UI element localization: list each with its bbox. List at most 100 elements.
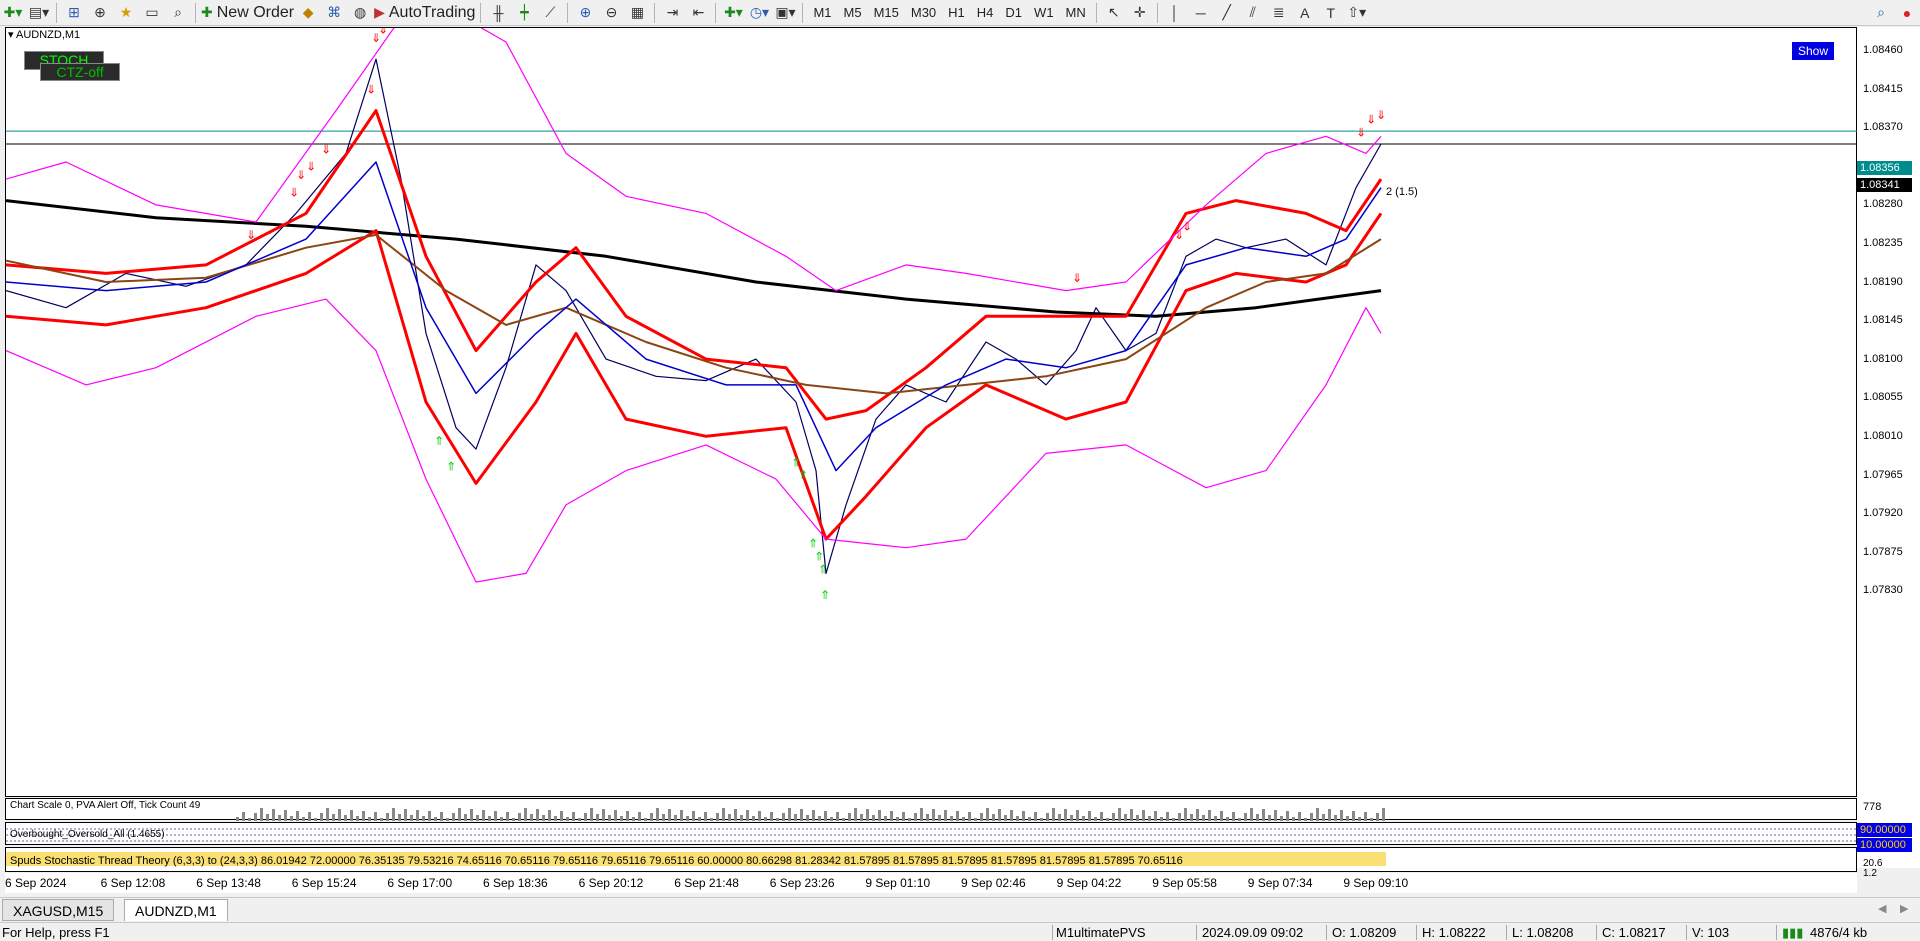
volume-bar xyxy=(668,809,671,821)
line-chart-icon[interactable]: ⟋ xyxy=(538,2,562,24)
volume-bar xyxy=(248,818,251,821)
volume-bar xyxy=(866,809,869,821)
tf-mn[interactable]: MN xyxy=(1060,5,1092,20)
crosshair-icon[interactable]: ✛ xyxy=(1128,2,1152,24)
volume-bar xyxy=(848,813,851,821)
tf-m1[interactable]: M1 xyxy=(807,5,837,20)
price-tick: 1.08460 xyxy=(1863,44,1903,56)
ob-tag-lower: 10.00000 xyxy=(1857,838,1912,852)
horizontal-line-icon[interactable]: ─ xyxy=(1189,2,1213,24)
spuds-panel[interactable]: Spuds Stochastic Thread Theory (6,3,3) t… xyxy=(5,847,1857,872)
volume-bar xyxy=(386,813,389,821)
volume-bar xyxy=(1286,811,1289,821)
status-divider xyxy=(1506,925,1507,940)
tab-scroll-left-icon[interactable]: ◀ xyxy=(1878,902,1886,915)
volume-bar xyxy=(302,817,305,821)
autoscroll-icon[interactable]: ⇥ xyxy=(660,2,684,24)
volume-bar xyxy=(1244,813,1247,821)
tf-d1[interactable]: D1 xyxy=(999,5,1028,20)
volume-bar xyxy=(938,815,941,821)
chart-canvas: ⇓⇓⇓⇓⇓⇓⇓⇓⇓⇓⇓⇓⇓ ⇓⇑⇑ ⇑⇑⇑⇑⇑⇑ xyxy=(6,28,1858,602)
volume-panel[interactable]: Chart Scale 0, PVA Alert Off, Tick Count… xyxy=(5,798,1857,821)
periods-clock-icon[interactable]: ◷▾ xyxy=(747,2,771,24)
volume-bar xyxy=(1004,815,1007,821)
annotation-label: 2 (1.5) xyxy=(1386,186,1418,198)
tab-scroll-right-icon[interactable]: ▶ xyxy=(1900,902,1908,915)
text-icon[interactable]: A xyxy=(1293,2,1317,24)
market-watch-icon[interactable]: ⊞ xyxy=(62,2,86,24)
volume-bar xyxy=(500,817,503,821)
volume-bar xyxy=(572,812,575,821)
trendline-icon[interactable]: ╱ xyxy=(1215,2,1239,24)
volume-bar xyxy=(452,813,455,821)
bar-chart-icon[interactable]: ╫ xyxy=(486,2,510,24)
volume-bar xyxy=(728,814,731,821)
new-order-icon: ✚ xyxy=(201,4,213,20)
templates-icon[interactable]: ▣▾ xyxy=(773,2,797,24)
overbought-panel[interactable]: Overbought_Oversold_All (1.4655) xyxy=(5,822,1858,845)
tf-m5[interactable]: M5 xyxy=(838,5,868,20)
auto-trading-button[interactable]: ▶ AutoTrading xyxy=(374,2,475,24)
tf-h1[interactable]: H1 xyxy=(942,5,971,20)
volume-bar xyxy=(662,814,665,821)
zoom-in-icon[interactable]: ⊕ xyxy=(573,2,597,24)
tab-xagusd[interactable]: XAGUSD,M15 xyxy=(2,899,115,921)
zoom-out-icon[interactable]: ⊖ xyxy=(599,2,623,24)
main-toolbar: ✚▾ ▤▾ ⊞ ⊕ ★ ▭ ⌕ ✚ New Order ◆ ⌘ ◍ ▶ Auto… xyxy=(0,0,1920,26)
tf-w1[interactable]: W1 xyxy=(1028,5,1060,20)
terminal-icon[interactable]: ▭ xyxy=(140,2,164,24)
profiles-icon[interactable]: ▤▾ xyxy=(27,2,51,24)
tab-audnzd[interactable]: AUDNZD,M1 xyxy=(124,899,228,921)
notification-icon[interactable]: ● xyxy=(1895,2,1919,24)
time-tick: 6 Sep 2024 xyxy=(5,876,67,890)
indicators-icon[interactable]: ✚▾ xyxy=(721,2,745,24)
ctz-button[interactable]: CTZ-off xyxy=(40,63,120,81)
cursor-icon[interactable]: ↖ xyxy=(1102,2,1126,24)
vps-icon[interactable]: ◍ xyxy=(348,2,372,24)
favorites-star-icon[interactable]: ★ xyxy=(114,2,138,24)
volume-bar xyxy=(1010,810,1013,821)
time-axis[interactable]: 6 Sep 2024 6 Sep 12:08 6 Sep 13:48 6 Sep 15… xyxy=(5,873,1857,893)
time-tick: 6 Sep 17:00 xyxy=(387,876,453,890)
buy-arrow-icon: ⇑ xyxy=(798,468,808,482)
new-chart-icon[interactable]: ✚▾ xyxy=(1,2,25,24)
arrows-icon[interactable]: ⇧▾ xyxy=(1345,2,1369,24)
price-tick: 1.07830 xyxy=(1863,584,1903,597)
label-icon[interactable]: T xyxy=(1319,2,1343,24)
show-button[interactable]: Show xyxy=(1792,42,1834,60)
status-low: L: 1.08208 xyxy=(1512,925,1574,940)
crosshair-data-icon[interactable]: ⊕ xyxy=(88,2,112,24)
volume-bar xyxy=(434,817,437,821)
volume-bar xyxy=(1136,815,1139,821)
status-divider xyxy=(1686,925,1687,940)
search-icon[interactable]: ⌕ xyxy=(1869,2,1893,24)
metaeditor-icon[interactable]: ◆ xyxy=(296,2,320,24)
signals-icon[interactable]: ⌘ xyxy=(322,2,346,24)
tf-m30[interactable]: M30 xyxy=(905,5,942,20)
volume-bar xyxy=(944,810,947,821)
strategy-tester-icon[interactable]: ⌕ xyxy=(166,2,190,24)
volume-bar xyxy=(1160,817,1163,821)
chart-shift-icon[interactable]: ⇤ xyxy=(686,2,710,24)
price-axis[interactable]: 1.084601.084151.083701.083251.082801.082… xyxy=(1857,27,1920,879)
envelope-upper xyxy=(6,28,1382,292)
tf-m15[interactable]: M15 xyxy=(868,5,905,20)
volume-bar xyxy=(932,809,935,821)
main-chart[interactable]: ⇓ ⇓ ⇓ ⇓ ⇓ ⇓ ⇓ ⇓ ⇓ ⇓ ⇓ ⇓ ⇓ ⇓ ⇑ ⇑ ⇑ ⇑ ⇑ ⇑ ⇑ ⇑ xyxy=(5,27,1858,797)
volume-bar xyxy=(1358,817,1361,821)
volume-bar xyxy=(518,813,521,821)
volume-bar xyxy=(620,816,623,821)
volume-bar xyxy=(1082,816,1085,821)
channel-icon[interactable]: ⫽ xyxy=(1241,2,1265,24)
fibonacci-icon[interactable]: ≣ xyxy=(1267,2,1291,24)
time-tick: 9 Sep 01:10 xyxy=(865,876,931,890)
tile-windows-icon[interactable]: ▦ xyxy=(625,2,649,24)
volume-bar xyxy=(422,816,425,821)
status-volume: V: 103 xyxy=(1692,925,1730,940)
toolbar-separator xyxy=(802,2,804,23)
volume-bar xyxy=(644,818,647,821)
candlestick-icon[interactable]: ┿ xyxy=(512,2,536,24)
vertical-line-icon[interactable]: │ xyxy=(1163,2,1187,24)
new-order-button[interactable]: ✚ New Order xyxy=(201,2,294,24)
tf-h4[interactable]: H4 xyxy=(971,5,1000,20)
